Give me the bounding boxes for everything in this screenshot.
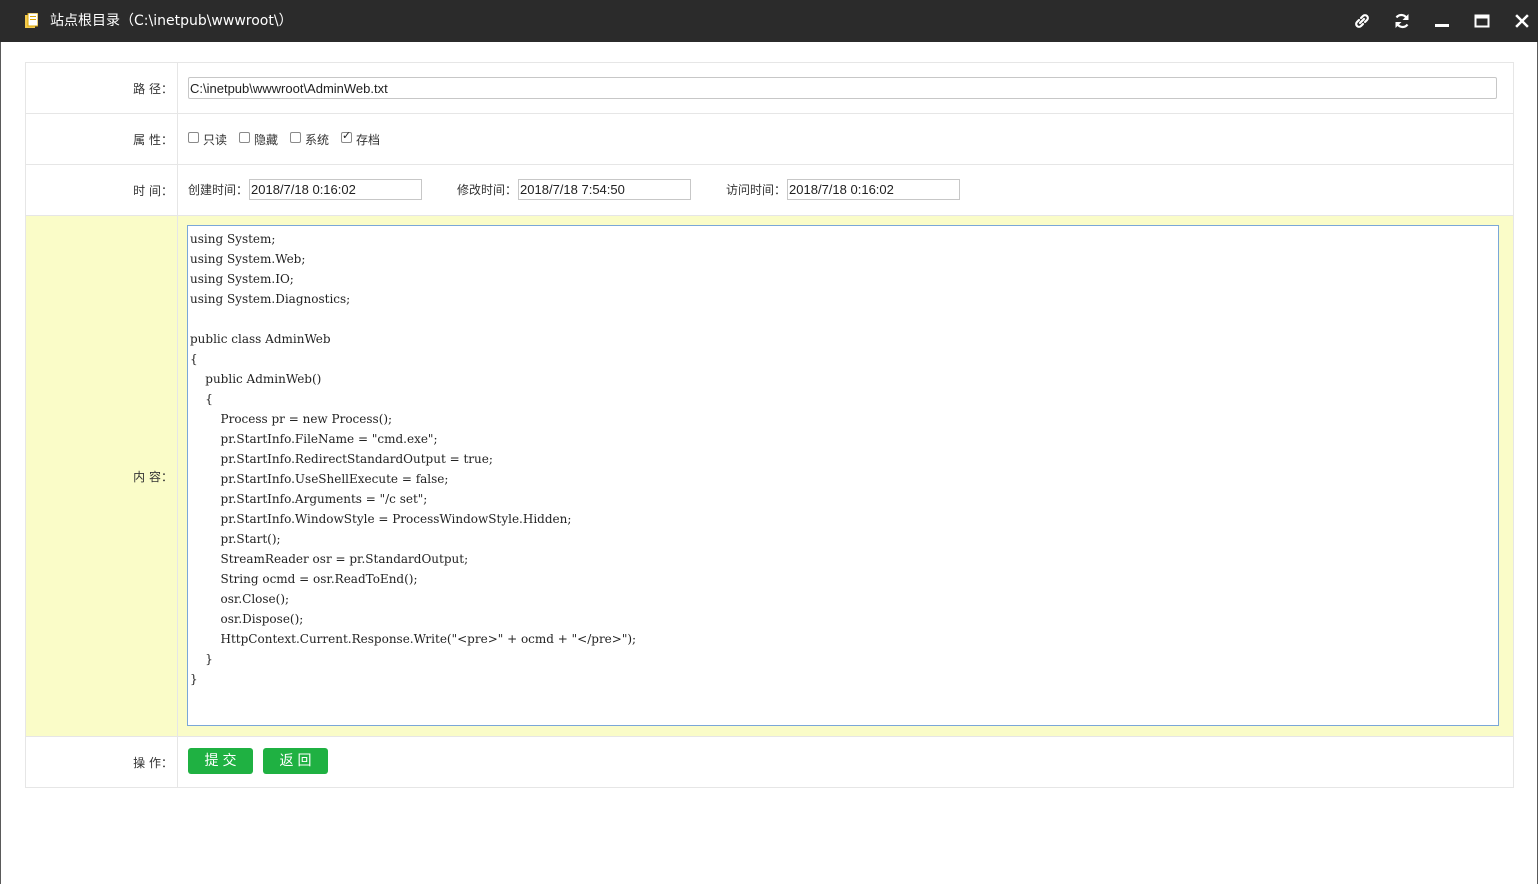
created-time-label: 创建时间： <box>188 183 249 197</box>
path-label: 路 径： <box>25 62 178 114</box>
time-label: 时 间： <box>25 164 178 216</box>
modified-time-label: 修改时间： <box>457 183 518 197</box>
content-label: 内 容： <box>25 215 178 737</box>
back-button[interactable]: 返回 <box>263 748 328 774</box>
file-edit-form: 路 径： 属 性： 只读 隐藏 系统 存档 时 间： 创建时间： 修 <box>25 62 1514 788</box>
attributes-row: 属 性： 只读 隐藏 系统 存档 <box>25 113 1514 165</box>
actions-row: 操 作： 提交 返回 <box>25 736 1514 788</box>
window-title: 站点根目录（C:\inetpub\wwwroot\） <box>50 13 293 29</box>
path-input[interactable] <box>188 77 1497 99</box>
path-row: 路 径： <box>25 62 1514 114</box>
title-bar: 站点根目录（C:\inetpub\wwwroot\） <box>0 0 1538 42</box>
hidden-label: 隐藏 <box>254 133 279 147</box>
refresh-icon[interactable] <box>1392 11 1412 31</box>
readonly-checkbox[interactable] <box>188 132 199 143</box>
system-checkbox[interactable] <box>290 132 302 143</box>
time-group: 创建时间： 修改时间： 访问时间： <box>188 179 961 200</box>
created-time-input[interactable] <box>249 179 423 200</box>
attributes-label: 属 性： <box>25 113 178 165</box>
minimize-icon[interactable] <box>1432 11 1452 31</box>
maximize-icon[interactable] <box>1472 11 1492 31</box>
modified-time-input[interactable] <box>518 179 692 200</box>
content-row: 内 容： using System; using System.Web; usi… <box>25 215 1514 737</box>
archive-label: 存档 <box>356 133 381 147</box>
accessed-time-input[interactable] <box>787 179 961 200</box>
folder-file-icon <box>25 13 38 28</box>
accessed-time-label: 访问时间： <box>726 183 787 197</box>
hidden-checkbox[interactable] <box>239 132 251 143</box>
actions-label: 操 作： <box>25 736 178 788</box>
attributes-group: 只读 隐藏 系统 存档 <box>188 129 392 148</box>
submit-button[interactable]: 提交 <box>188 748 253 774</box>
close-icon[interactable] <box>1512 11 1532 31</box>
readonly-label: 只读 <box>203 133 228 147</box>
system-label: 系统 <box>305 133 330 147</box>
time-row: 时 间： 创建时间： 修改时间： 访问时间： <box>25 164 1514 216</box>
link-icon[interactable] <box>1352 11 1372 31</box>
archive-checkbox[interactable] <box>341 129 353 143</box>
content-textarea[interactable]: using System; using System.Web; using Sy… <box>187 225 1499 726</box>
